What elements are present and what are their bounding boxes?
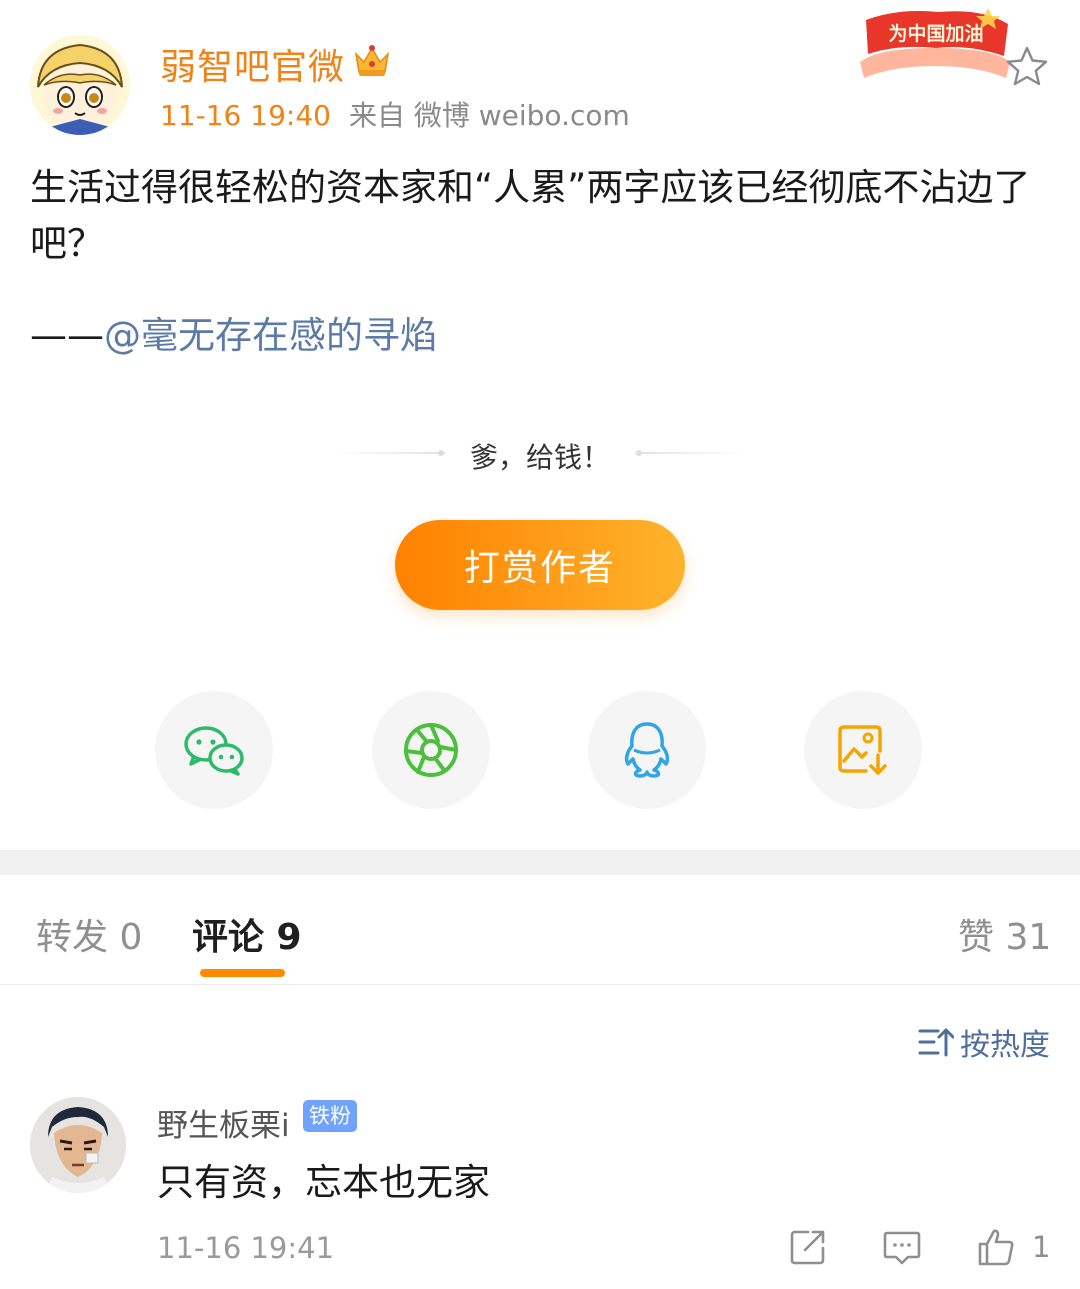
reward-divider-left <box>330 452 445 454</box>
sort-label: 按热度 <box>960 1028 1050 1063</box>
author-avatar[interactable] <box>30 35 130 135</box>
wechat-icon <box>184 726 244 776</box>
comment-text: 只有资，忘本也无家 <box>157 1161 490 1204</box>
cheer-badge[interactable]: 为中国加油 <box>858 4 1012 82</box>
share-wechat-button[interactable] <box>155 691 273 809</box>
reward-slogan: 爹，给钱！ <box>469 441 610 474</box>
fan-badge: 铁粉 <box>303 1100 357 1132</box>
signature-dash: —— <box>30 314 104 357</box>
share-icon <box>790 1230 825 1265</box>
save-image-icon <box>838 725 887 775</box>
tab-like[interactable]: 赞 31 <box>958 908 1051 960</box>
post-signature: ——@毫无存在感的寻焰 <box>30 312 437 360</box>
author-name[interactable]: 弱智吧官微 <box>160 38 345 90</box>
sort-by-hot-button[interactable]: 按热度 <box>918 1020 1050 1064</box>
cheer-badge-text: 为中国加油 <box>888 22 983 45</box>
post-source: 来自 微博 weibo.com <box>348 99 630 132</box>
commenter-name[interactable]: 野生板栗i <box>157 1100 290 1145</box>
sort-icon <box>918 1028 954 1057</box>
comment-like-count: 1 <box>1032 1230 1051 1264</box>
reward-author-button[interactable]: 打赏作者 <box>395 520 685 610</box>
active-tab-indicator <box>200 969 285 977</box>
mention-link[interactable]: @毫无存在感的寻焰 <box>104 314 437 357</box>
tab-repost[interactable]: 转发 0 <box>36 908 142 960</box>
thumbs-up-icon <box>978 1229 1014 1266</box>
moments-icon <box>404 723 458 777</box>
share-moments-button[interactable] <box>372 691 490 809</box>
qq-icon <box>624 722 670 778</box>
tabs-divider <box>0 984 1080 985</box>
comment-share-button[interactable] <box>788 1227 828 1267</box>
comment-icon <box>883 1231 921 1265</box>
comment-time: 11-16 19:41 <box>157 1231 335 1265</box>
crown-icon <box>352 42 392 78</box>
share-qq-button[interactable] <box>588 691 706 809</box>
save-image-button[interactable] <box>804 691 922 809</box>
tab-comment[interactable]: 评论 9 <box>192 908 302 960</box>
favorite-star-icon[interactable] <box>1004 44 1050 90</box>
comment-reply-button[interactable] <box>882 1227 922 1267</box>
post-text: 生活过得很轻松的资本家和“人累”两字应该已经彻底不沾边了吧？ <box>30 166 1031 265</box>
section-divider <box>0 850 1080 875</box>
post-time: 11-16 19:40 <box>160 99 331 132</box>
reward-divider-right <box>635 452 750 454</box>
commenter-avatar[interactable] <box>30 1097 126 1193</box>
comment-like-button[interactable] <box>976 1227 1016 1267</box>
post-meta: 11-16 19:40 来自 微博 weibo.com <box>160 94 630 134</box>
